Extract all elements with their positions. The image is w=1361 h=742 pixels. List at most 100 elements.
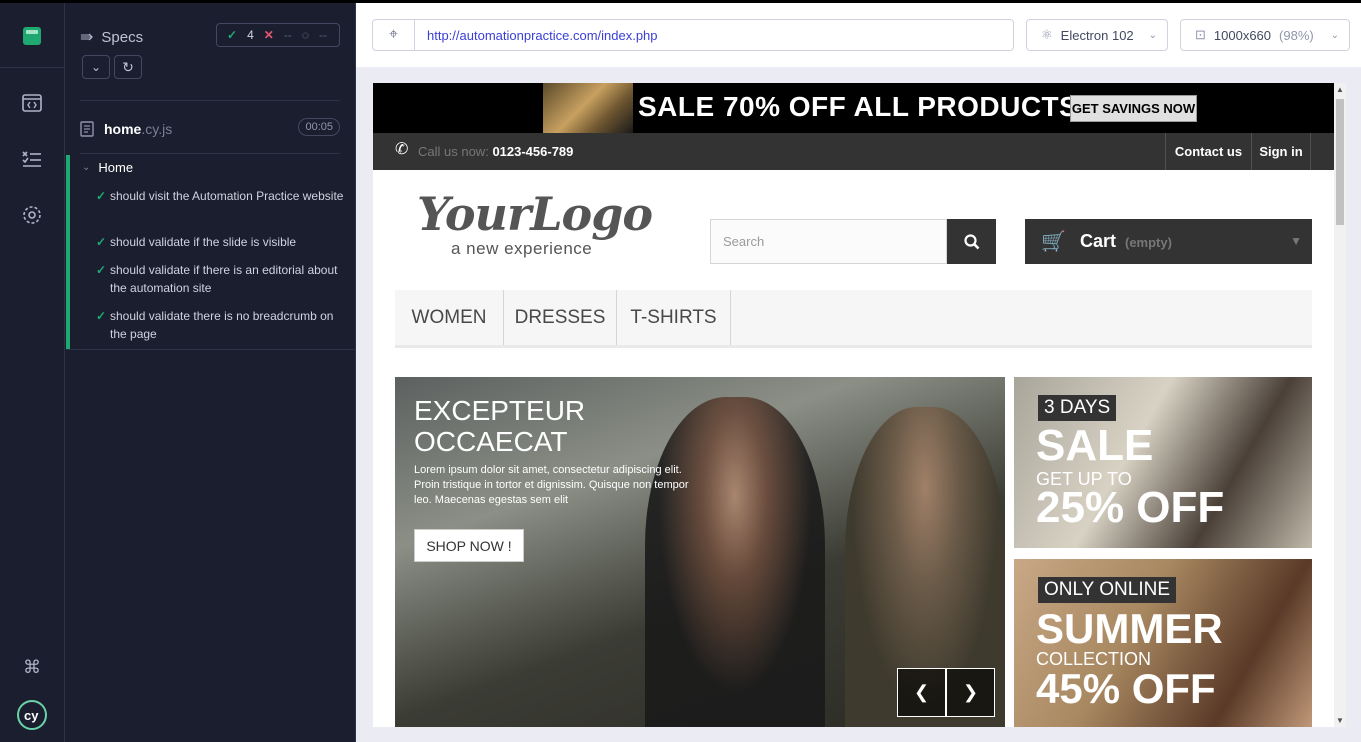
passed-icon: ✓	[227, 28, 238, 42]
test-item[interactable]: ✓ should validate there is no breadcrumb…	[96, 307, 346, 343]
get-savings-button[interactable]: GET SAVINGS NOW	[1070, 95, 1197, 122]
specs-label: Specs	[101, 28, 144, 46]
chevron-down-icon: ⌄	[82, 162, 91, 173]
header-nav: ✆ Call us now: 0123-456-789 Contact us S…	[373, 133, 1334, 170]
promo-tag: 3 DAYS	[1038, 395, 1117, 421]
suite-name: Home	[98, 160, 134, 175]
cart-icon: 🛒	[1041, 231, 1066, 253]
specs-toggle-icon[interactable]: ⇛	[80, 27, 93, 47]
test-item[interactable]: ✓ should validate if there is an editori…	[96, 261, 346, 297]
shop-now-button[interactable]: SHOP NOW !	[414, 529, 524, 562]
pass-check-icon: ✓	[96, 309, 107, 323]
runs-icon[interactable]	[20, 91, 44, 115]
expand-collapse-button[interactable]: ⌄	[82, 55, 110, 79]
slider-next-button[interactable]: ❯	[946, 668, 995, 717]
suite-title[interactable]: ⌄ Home	[82, 160, 133, 175]
scroll-down-icon[interactable]: ▼	[1336, 716, 1344, 725]
viewport-info[interactable]: ⊡ 1000x660 (98%) ⌄	[1180, 19, 1350, 51]
failed-count: --	[283, 28, 292, 42]
promo-banner[interactable]: SALE 70% OFF ALL PRODUCTS GET SAVINGS NO…	[373, 83, 1334, 133]
search-placeholder: Search	[723, 234, 765, 249]
reporter-panel: ⇛ Specs ✓ 4 ✕ -- ◌ -- ⌄ ↻ home .cy.js 00…	[66, 3, 356, 742]
test-title: should validate there is no breadcrumb o…	[110, 309, 334, 341]
site-logo[interactable]: YourLogo a new experience	[417, 187, 653, 261]
ruler-icon: ⊡	[1195, 27, 1206, 42]
cart-label: Cart	[1080, 231, 1117, 251]
specs-header[interactable]: ⇛ Specs	[80, 27, 143, 47]
keyboard-shortcuts-icon[interactable]: ⌘	[22, 657, 42, 677]
test-suite: ⌄ Home ✓ should visit the Automation Pra…	[66, 155, 356, 349]
slide-heading-line1: EXCEPTEUR	[414, 395, 586, 426]
electron-icon: ⚛	[1041, 27, 1053, 42]
passed-count: 4	[247, 28, 254, 42]
pass-check-icon: ✓	[96, 189, 107, 203]
url-text[interactable]: http://automationpractice.com/index.php	[415, 28, 658, 43]
logo-main: YourLogo	[417, 187, 653, 241]
spec-file-ext: .cy.js	[141, 121, 173, 137]
scroll-up-icon[interactable]: ▲	[1336, 85, 1344, 94]
logo-tagline: a new experience	[451, 239, 593, 258]
banner-text: SALE 70% OFF ALL PRODUCTS	[638, 91, 1079, 122]
test-stats: ✓ 4 ✕ -- ◌ --	[216, 23, 340, 47]
slider-prev-button[interactable]: ❮	[897, 668, 946, 717]
rerun-button[interactable]: ↻	[114, 55, 142, 79]
promo-summer-45[interactable]: ONLY ONLINE SUMMER COLLECTION 45% OFF	[1014, 559, 1312, 727]
test-title: should validate if the slide is visible	[110, 235, 297, 249]
promo-value: 25% OFF	[1036, 483, 1225, 532]
pending-count: --	[318, 28, 327, 42]
aut-scrollbar[interactable]: ▲ ▼	[1334, 83, 1346, 727]
test-item[interactable]: ✓ should validate if the slide is visibl…	[96, 233, 346, 251]
divider	[80, 100, 340, 101]
promo-value: 45% OFF	[1036, 665, 1216, 712]
settings-gear-icon[interactable]	[20, 203, 44, 227]
cypress-logo-icon[interactable]: cy	[16, 699, 48, 731]
file-icon	[80, 121, 94, 137]
menu-item-dresses[interactable]: DRESSES	[504, 290, 617, 345]
banner-model-image	[543, 83, 633, 133]
cart-button[interactable]: 🛒 Cart (empty) ▼	[1025, 219, 1312, 264]
homepage-slider: EXCEPTEUR OCCAECAT Lorem ipsum dolor sit…	[395, 377, 1005, 727]
cart-status: (empty)	[1125, 235, 1172, 250]
menu-item-women[interactable]: WOMEN	[395, 290, 504, 345]
spec-file-name: home	[104, 121, 142, 137]
phone-icon: ✆	[395, 141, 409, 158]
test-title: should visit the Automation Practice web…	[110, 189, 344, 203]
refresh-icon: ↻	[122, 58, 134, 75]
pending-icon: ◌	[301, 28, 309, 42]
specs-list-icon[interactable]	[20, 147, 44, 171]
chevron-left-icon: ❮	[913, 682, 930, 702]
menu-item-tshirts[interactable]: T-SHIRTS	[617, 290, 731, 345]
search-button[interactable]	[947, 219, 996, 264]
spec-file-row[interactable]: home .cy.js 00:05	[80, 116, 340, 142]
aut-iframe: SALE 70% OFF ALL PRODUCTS GET SAVINGS NO…	[373, 83, 1334, 727]
sign-in-link[interactable]: Sign in	[1251, 133, 1311, 170]
pass-check-icon: ✓	[96, 263, 107, 277]
chevron-right-icon: ❯	[962, 682, 979, 702]
search-input[interactable]: Search	[710, 219, 947, 264]
spec-duration: 00:05	[298, 118, 340, 136]
rail-separator	[0, 67, 65, 68]
scrollbar-thumb[interactable]	[1336, 99, 1344, 225]
pass-check-icon: ✓	[96, 235, 107, 249]
project-icon[interactable]	[21, 25, 43, 47]
promo-title: SALE	[1036, 421, 1154, 470]
nav-rail: ⌘ cy	[0, 3, 65, 742]
svg-text:cy: cy	[24, 708, 39, 723]
slide-description: Lorem ipsum dolor sit amet, consectetur …	[414, 464, 689, 506]
call-us: Call us now: 0123-456-789	[418, 144, 573, 159]
divider	[80, 153, 340, 154]
test-item[interactable]: ✓ should visit the Automation Practice w…	[96, 187, 346, 205]
chevron-down-icon: ⌄	[1330, 29, 1339, 41]
divider	[66, 349, 356, 350]
test-title: should validate if there is an editorial…	[110, 263, 338, 295]
promo-sale-25[interactable]: 3 DAYS SALE GET UP TO 25% OFF	[1014, 377, 1312, 548]
browser-selector[interactable]: ⚛ Electron 102 ⌄	[1026, 19, 1168, 51]
promo-tag: ONLY ONLINE	[1038, 577, 1177, 603]
aut-panel: ⌖ http://automationpractice.com/index.ph…	[356, 3, 1361, 742]
contact-us-link[interactable]: Contact us	[1165, 133, 1251, 170]
chevron-down-icon: ⌄	[90, 60, 102, 74]
viewport-zoom: (98%)	[1279, 27, 1314, 43]
viewport-size: 1000x660	[1213, 27, 1272, 43]
url-bar: ⌖ http://automationpractice.com/index.ph…	[372, 19, 1014, 51]
selector-playground-icon[interactable]: ⌖	[373, 20, 415, 50]
